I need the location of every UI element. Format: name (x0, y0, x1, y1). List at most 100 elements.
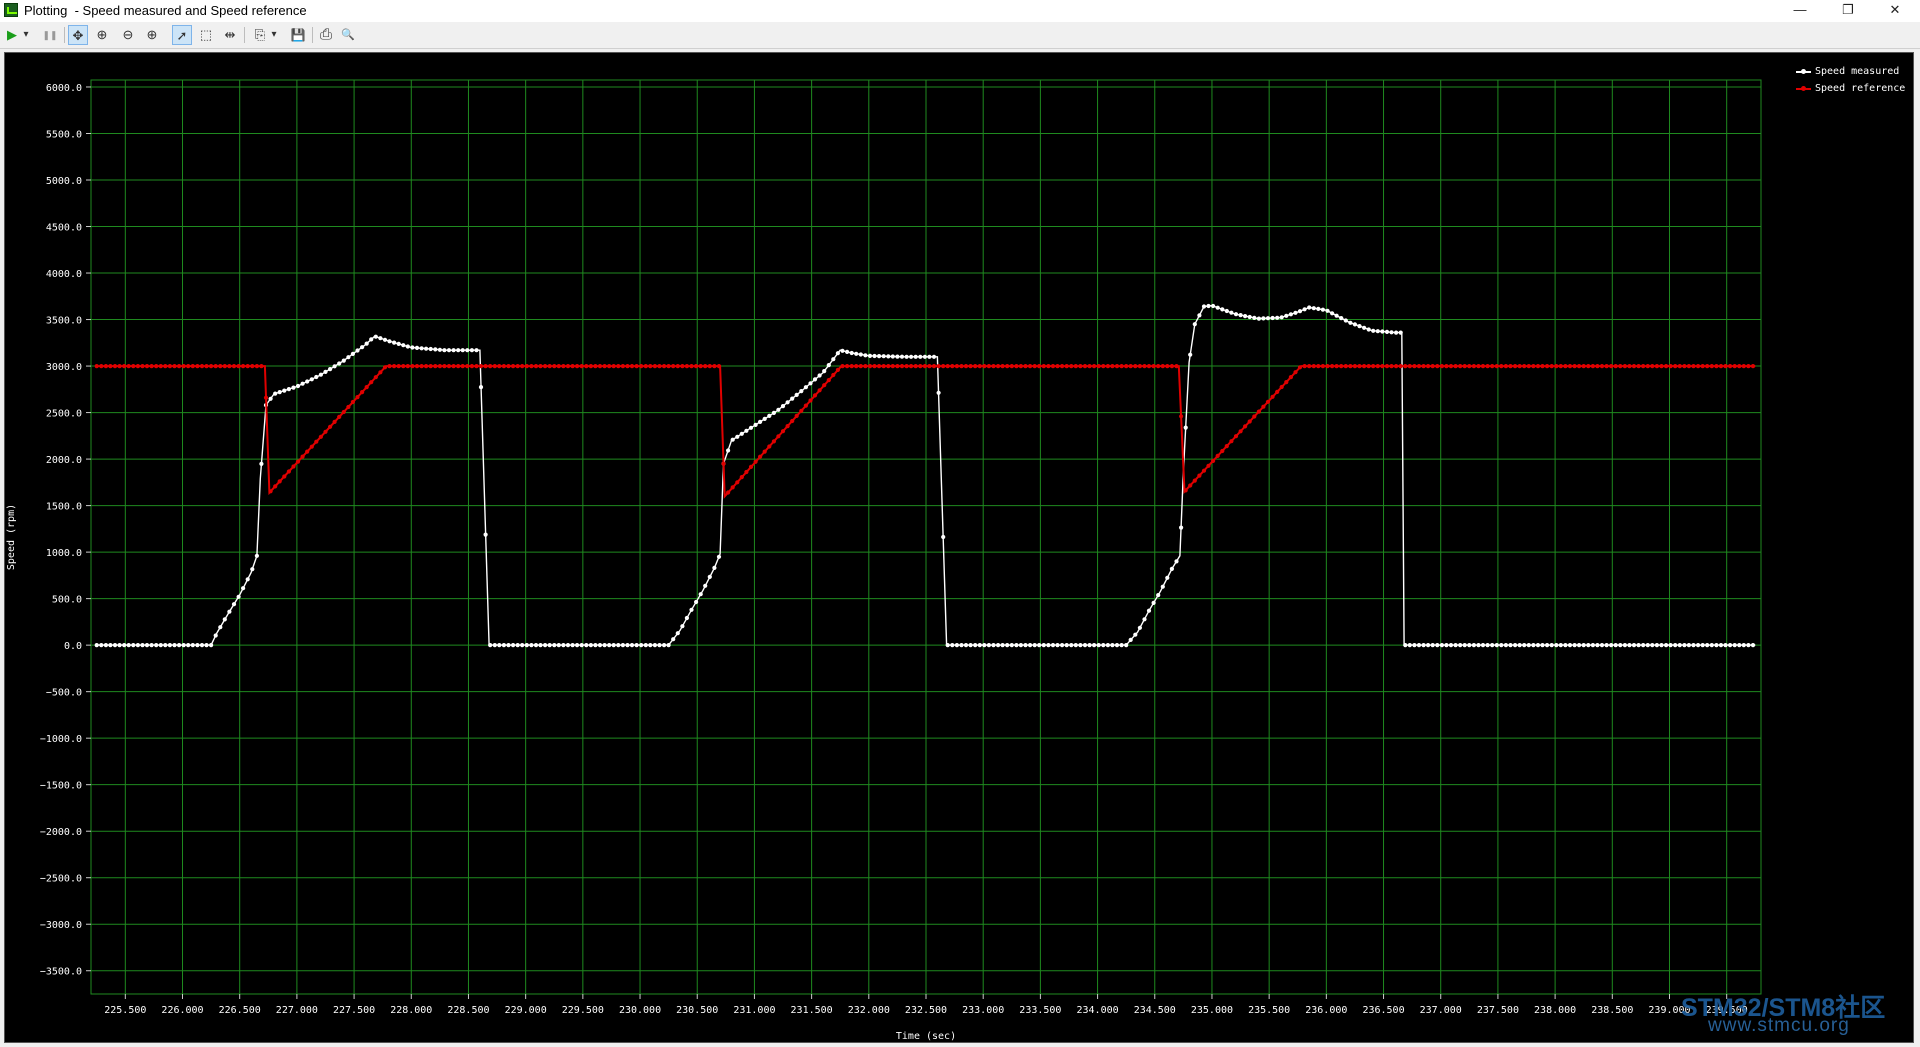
data-point-reference (991, 364, 996, 369)
data-point-measured (1224, 308, 1229, 314)
x-tick-label: 226.500 (219, 1005, 261, 1016)
data-point-reference (922, 364, 928, 369)
data-point-measured (135, 643, 140, 648)
print-icon[interactable]: ⎙ (316, 25, 336, 45)
data-point-reference (524, 364, 529, 369)
zoom-area-icon[interactable]: ⊕ (92, 25, 112, 45)
data-point-measured (657, 643, 662, 648)
data-point-reference (428, 364, 433, 369)
data-point-measured (1069, 643, 1074, 648)
play-dropdown-icon[interactable]: ▾ (20, 25, 32, 45)
x-tick-label: 227.000 (276, 1005, 318, 1016)
y-tick-label: 1000.0 (46, 548, 82, 559)
select-box-icon[interactable]: ⬚ (196, 25, 216, 45)
data-point-measured (671, 637, 676, 642)
y-tick-label: −2000.0 (40, 827, 82, 838)
data-point-reference (355, 395, 360, 400)
data-point-measured (1005, 643, 1010, 648)
data-point-reference (794, 413, 799, 418)
data-point-reference (1563, 364, 1568, 369)
data-point-reference (492, 364, 497, 369)
copy-icon[interactable]: ⎘ (250, 25, 270, 45)
x-tick-label: 228.000 (390, 1005, 432, 1016)
y-tick-label: 4000.0 (46, 269, 82, 280)
data-point-measured (1233, 312, 1239, 317)
data-point-reference (446, 364, 452, 369)
data-point-measured (1540, 643, 1545, 648)
data-point-reference (790, 418, 795, 424)
data-point-measured (1522, 643, 1527, 648)
print-preview-icon[interactable]: 🔍 (338, 25, 358, 45)
pause-icon[interactable]: ❚❚ (40, 25, 60, 45)
data-point-measured (1531, 643, 1536, 648)
data-point-measured (428, 346, 433, 352)
data-point-reference (437, 364, 442, 369)
data-point-reference (1183, 488, 1188, 493)
data-point-measured (1297, 309, 1303, 314)
data-point-measured (1741, 643, 1746, 648)
data-point-reference (1243, 424, 1248, 429)
data-point-reference (854, 364, 859, 369)
data-point-reference (607, 364, 612, 369)
data-point-reference (533, 364, 539, 369)
data-point-reference (570, 364, 575, 369)
data-point-measured (488, 643, 493, 648)
data-point-measured (1087, 643, 1092, 648)
plot-panel[interactable]: 225.500 226.000 226.500 227.000 227.500 228.0… (4, 52, 1914, 1043)
minimize-button[interactable]: — (1777, 0, 1823, 22)
legend-item-measured[interactable]: Speed measured (1795, 63, 1915, 80)
data-point-measured (497, 643, 502, 648)
data-point-reference (716, 364, 722, 369)
data-point-measured (520, 643, 525, 648)
pan-icon[interactable]: ✥ (68, 25, 88, 45)
data-point-measured (936, 390, 941, 395)
data-point-measured (1252, 315, 1257, 320)
data-point-measured (524, 643, 529, 648)
data-point-measured (1261, 316, 1266, 321)
data-point-reference (1197, 473, 1202, 478)
data-point-measured (1696, 643, 1701, 648)
speed-chart[interactable]: 225.500 226.000 226.500 227.000 227.500 228.0… (5, 53, 1913, 1042)
zoom-out-icon[interactable]: ⊖ (118, 25, 138, 45)
pointer-icon[interactable]: ➚ (172, 25, 192, 45)
data-point-reference (1467, 364, 1472, 369)
data-point-reference (373, 375, 378, 380)
data-point-reference (99, 364, 104, 369)
data-point-reference (543, 364, 548, 369)
data-point-reference (501, 364, 506, 369)
data-point-reference (1320, 364, 1325, 369)
data-point-reference (1348, 364, 1353, 369)
data-point-reference (1448, 364, 1454, 369)
data-point-reference (1009, 364, 1014, 369)
data-point-measured (533, 643, 539, 648)
close-button[interactable]: ✕ (1872, 0, 1918, 22)
copy-dropdown-icon[interactable]: ▾ (268, 25, 280, 45)
zoom-in-icon[interactable]: ⊕ (142, 25, 162, 45)
legend-swatch-measured (1796, 69, 1811, 74)
data-point-measured (803, 385, 809, 390)
data-point-measured (1732, 643, 1737, 648)
y-tick-label: −3500.0 (40, 967, 82, 978)
data-point-reference (300, 454, 305, 459)
data-point-reference (1142, 364, 1147, 369)
data-point-reference (1412, 364, 1417, 369)
data-point-measured (712, 565, 717, 571)
legend-item-reference[interactable]: Speed reference (1795, 80, 1915, 97)
fit-icon[interactable]: ⇹ (220, 25, 240, 45)
data-point-measured (1686, 643, 1691, 648)
restore-button[interactable]: ❐ (1825, 0, 1871, 22)
data-point-reference (103, 364, 108, 369)
save-icon[interactable]: 💾 (288, 25, 308, 45)
data-point-measured (579, 643, 584, 648)
data-point-measured (1613, 643, 1618, 648)
data-point-reference (1636, 364, 1641, 369)
data-point-measured (305, 379, 310, 384)
data-point-measured (1718, 643, 1724, 648)
data-point-reference (1179, 414, 1184, 419)
play-icon[interactable]: ▶ (2, 25, 22, 45)
data-point-measured (922, 354, 928, 359)
watermark-url: www.stmcu.org (1708, 1015, 1850, 1036)
data-point-measured (483, 532, 488, 537)
data-point-reference (1659, 364, 1664, 369)
data-point-measured (730, 437, 735, 442)
